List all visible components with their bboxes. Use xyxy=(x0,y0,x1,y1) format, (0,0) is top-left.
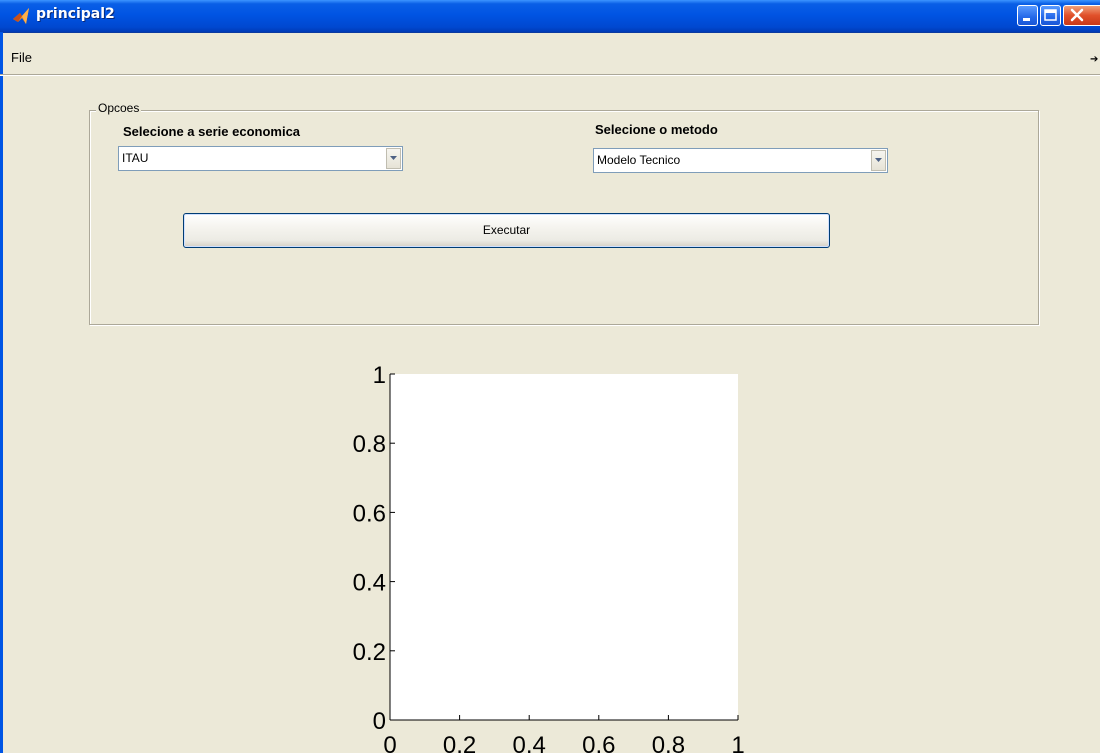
plot-axes: 0 0.2 0.4 0.6 0.8 1 0 0.2 0.4 0.6 0.8 1 xyxy=(353,362,745,753)
x-tick-label: 0.4 xyxy=(513,732,546,753)
y-tick-label: 0.6 xyxy=(353,500,386,527)
y-tick-label: 0 xyxy=(373,708,386,735)
y-tick-label: 0.4 xyxy=(353,570,386,597)
x-tick-label: 0.8 xyxy=(652,732,685,753)
y-tick-label: 1 xyxy=(373,362,386,389)
y-tick-label: 0.2 xyxy=(353,639,386,666)
y-tick-label: 0.8 xyxy=(353,431,386,458)
x-tick-label: 1 xyxy=(731,732,744,753)
application-window: principal2 File ➔ Opcoes Selecione a ser… xyxy=(0,0,1100,753)
plot-area xyxy=(390,374,738,720)
x-tick-label: 0 xyxy=(383,732,396,753)
x-tick-label: 0.2 xyxy=(443,732,476,753)
x-tick-label: 0.6 xyxy=(582,732,615,753)
